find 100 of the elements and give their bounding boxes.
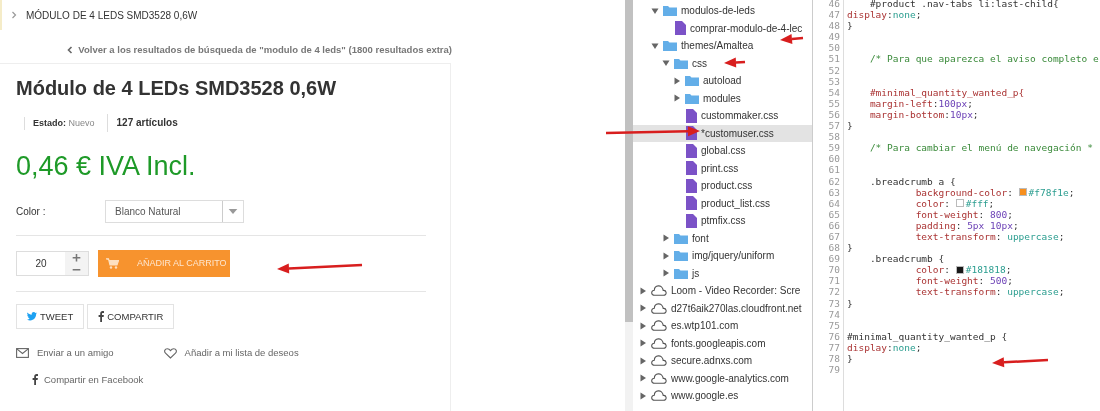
code-token: ;	[988, 197, 995, 209]
tree-item[interactable]: custommaker.css	[633, 107, 812, 125]
product-title: Módulo de 4 LEDs SMD3528 0,6W	[16, 76, 338, 102]
code-token: ;	[915, 9, 922, 21]
line-number: 54	[828, 86, 840, 98]
code-token: margin-bottom	[868, 108, 945, 121]
tree-item[interactable]: js	[633, 264, 812, 282]
file-icon	[686, 178, 697, 193]
disclosure-triangle-icon[interactable]	[662, 59, 670, 68]
disclosure-triangle-icon[interactable]	[639, 374, 647, 383]
tree-item[interactable]: print.css	[633, 159, 812, 177]
tree-item[interactable]: modules	[633, 89, 812, 107]
disclosure-triangle-icon[interactable]	[639, 356, 647, 365]
line-number: 66	[828, 219, 840, 231]
annotation-arrow	[780, 34, 804, 44]
code-token: :	[887, 341, 893, 353]
code-token: 800	[990, 208, 1008, 220]
disclosure-triangle-icon[interactable]	[639, 321, 647, 330]
code-token: :	[944, 108, 950, 121]
action-link[interactable]: Añadir a mi lista de deseos	[163, 346, 299, 361]
action-link[interactable]: Enviar a un amigo	[16, 346, 114, 361]
tree-item[interactable]: font	[633, 229, 812, 247]
scrollbar-thumb[interactable]	[625, 0, 633, 322]
line-number: 70	[828, 264, 840, 276]
share-button[interactable]: TWEET	[16, 304, 85, 330]
disclosure-triangle-icon[interactable]	[639, 391, 647, 400]
folder-icon	[674, 250, 688, 262]
tree-item[interactable]: www.google-analytics.com	[633, 369, 812, 387]
file-icon	[686, 196, 697, 211]
code-token: font-weight	[914, 208, 979, 220]
code-token: :	[978, 208, 986, 220]
folder-icon	[685, 92, 699, 104]
disclosure-triangle-icon[interactable]	[662, 234, 670, 243]
code-token: text-transform	[914, 230, 996, 243]
tree-item[interactable]: www.google.es	[633, 387, 812, 405]
color-swatch[interactable]	[1018, 188, 1027, 197]
disclosure-triangle-icon[interactable]	[662, 251, 670, 260]
tree-item[interactable]: themes/Amaltea	[633, 37, 812, 55]
envelope-icon	[16, 348, 29, 359]
color-select[interactable]: Blanco Natural	[105, 200, 244, 224]
tree-item[interactable]: ptmfix.css	[633, 212, 812, 230]
code-token: uppercase	[1007, 286, 1059, 298]
tree-item[interactable]: css	[633, 54, 812, 72]
disclosure-triangle-icon[interactable]	[662, 269, 670, 278]
tree-item[interactable]: global.css	[633, 142, 812, 160]
code-token: #fff	[965, 197, 989, 209]
cloud-icon	[651, 355, 667, 367]
code-token: ;	[1058, 230, 1065, 243]
tree-item[interactable]: fonts.googleapis.com	[633, 334, 812, 352]
share-button[interactable]: COMPARTIR	[87, 304, 175, 330]
tree-item[interactable]: comprar-modulo-de-4-lec	[633, 19, 812, 37]
tree-item[interactable]: d27t6aik270las.cloudfront.net	[633, 299, 812, 317]
facebook-f-icon	[32, 374, 38, 386]
disclosure-triangle-icon[interactable]	[673, 94, 681, 103]
cloud-icon	[651, 390, 667, 402]
line-number: 75	[828, 319, 840, 331]
tree-item[interactable]: es.wtp101.com	[633, 317, 812, 335]
file-icon	[686, 143, 697, 158]
color-swatch[interactable]	[955, 199, 964, 208]
line-number: 69	[828, 253, 840, 265]
chevron-icon	[10, 11, 18, 19]
line-number: 67	[828, 230, 840, 243]
line-number: 57	[828, 120, 840, 132]
action-link[interactable]: Compartir en Facebook	[32, 372, 426, 387]
disclosure-triangle-icon[interactable]	[639, 339, 647, 348]
code-token: }	[847, 20, 853, 32]
folder-icon	[663, 5, 677, 17]
breadcrumb-item[interactable]: MÓDULO DE 4 LEDS SMD3528 0,6W	[26, 7, 198, 23]
code-token: :	[887, 9, 893, 21]
tree-item[interactable]: modulos-de-leds	[633, 2, 812, 20]
price: 0,46 € IVA Incl.	[16, 150, 197, 184]
quantity-stepper[interactable]: 20	[16, 251, 89, 277]
disclosure-triangle-icon[interactable]	[639, 286, 647, 295]
tree-item[interactable]: product.css	[633, 177, 812, 195]
line-number: 63	[828, 186, 840, 198]
cloud-icon	[651, 372, 667, 384]
line-number: 79	[828, 364, 840, 376]
back-link[interactable]: Volver a los resultados de búsqueda de "modulo de 4 leds" (1800 resultados extra)	[66, 43, 452, 58]
disclosure-triangle-icon[interactable]	[639, 304, 647, 313]
disclosure-triangle-icon[interactable]	[673, 76, 681, 85]
line-number: 60	[828, 153, 840, 165]
code-token: .breadcrumb a {	[868, 175, 956, 187]
code-token: :	[1007, 186, 1014, 198]
code-token: ;	[1012, 219, 1019, 231]
disclosure-triangle-icon[interactable]	[651, 6, 659, 15]
code-token: text-transform	[914, 286, 996, 298]
tree-item[interactable]: Loom - Video Recorder: Scre	[633, 282, 812, 300]
line-number: 52	[828, 64, 840, 76]
code-token: 500	[990, 275, 1008, 287]
disclosure-triangle-icon[interactable]	[651, 41, 659, 50]
tree-item[interactable]: img/jquery/uniform	[633, 247, 812, 265]
line-number: 71	[828, 275, 840, 287]
folder-icon	[685, 75, 699, 87]
tree-item[interactable]: *customuser.css	[633, 124, 812, 142]
tree-item[interactable]: autoload	[633, 72, 812, 90]
color-swatch[interactable]	[955, 265, 964, 274]
code-token: :	[995, 286, 1003, 298]
code-token: font-weight	[914, 275, 979, 287]
tree-item[interactable]: secure.adnxs.com	[633, 352, 812, 370]
tree-item[interactable]: product_list.css	[633, 194, 812, 212]
